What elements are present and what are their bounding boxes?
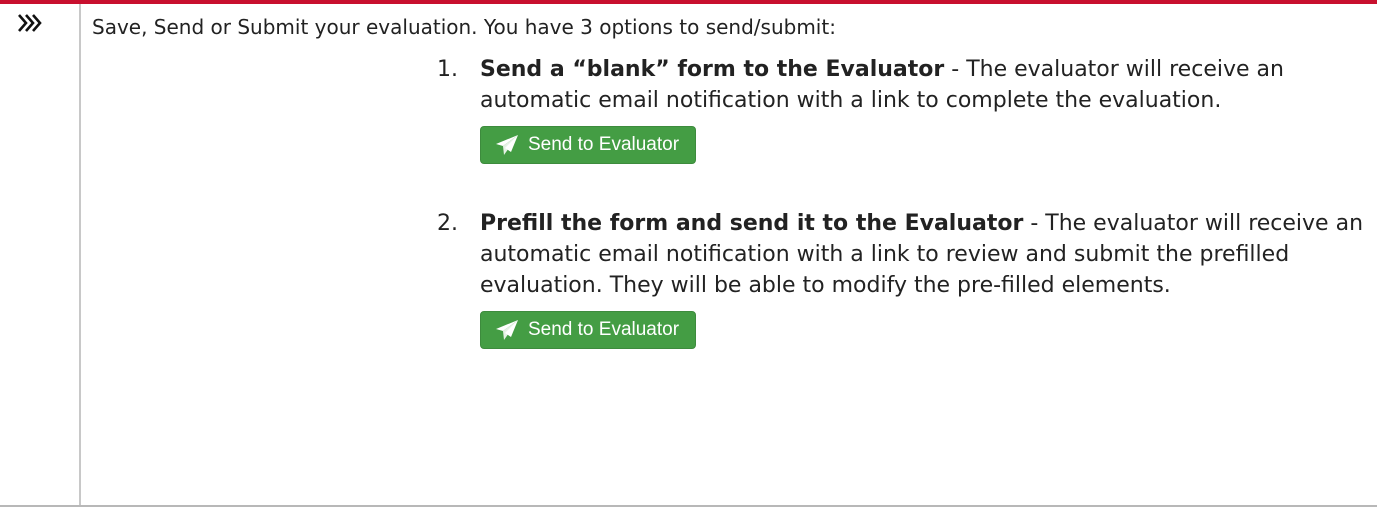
steps-list: 1. Send a “blank” form to the Evaluator … <box>437 54 1367 350</box>
intro-text: Save, Send or Submit your evaluation. Yo… <box>92 15 836 39</box>
send-to-evaluator-button[interactable]: Send to Evaluator <box>480 311 697 349</box>
top-rule <box>0 0 1377 4</box>
bottom-rule <box>0 505 1377 507</box>
column-divider <box>79 4 81 505</box>
step-title: Send a “blank” form to the Evaluator <box>480 57 945 82</box>
send-to-evaluator-button[interactable]: Send to Evaluator <box>480 126 697 164</box>
step-item: 2. Prefill the form and send it to the E… <box>437 208 1367 350</box>
button-label: Send to Evaluator <box>528 319 680 340</box>
step-number: 2. <box>437 211 458 236</box>
triple-chevron-right-icon <box>18 12 44 34</box>
paper-plane-icon <box>495 319 519 341</box>
step-number: 1. <box>437 57 458 82</box>
step-item: 1. Send a “blank” form to the Evaluator … <box>437 54 1367 165</box>
instruction-page: Save, Send or Submit your evaluation. Yo… <box>0 0 1377 508</box>
button-label: Send to Evaluator <box>528 134 680 155</box>
step-title: Prefill the form and send it to the Eval… <box>480 211 1024 236</box>
paper-plane-icon <box>495 134 519 156</box>
